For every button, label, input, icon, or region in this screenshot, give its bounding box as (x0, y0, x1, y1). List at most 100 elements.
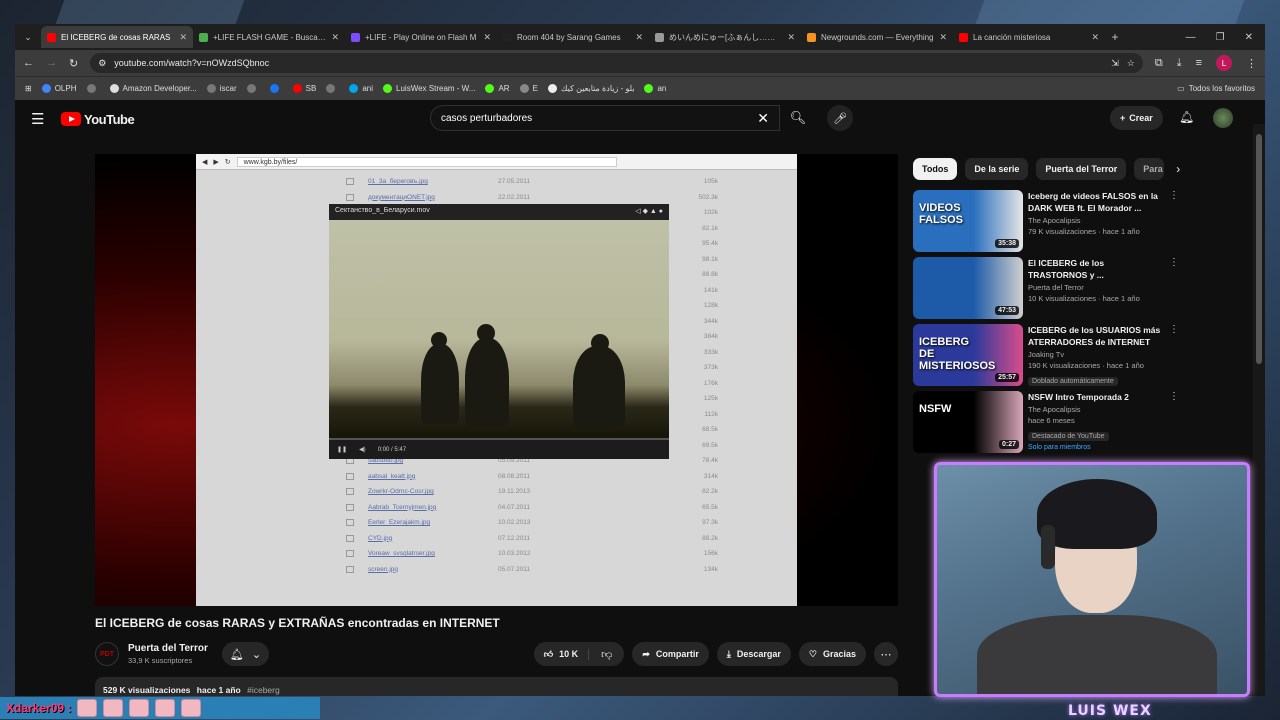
bookmark-item[interactable]: iscar (206, 84, 237, 93)
tab-5[interactable]: Newgrounds.com — Everything ✕ (801, 26, 953, 48)
recommendation-thumbnail[interactable]: ICEBERG DE MISTERIOSOS 25:57 (913, 324, 1023, 386)
chevron-right-icon[interactable]: › (1176, 162, 1180, 176)
tab-search-icon[interactable]: ⌄ (15, 32, 41, 43)
inner-file-row: документациONET.jpg 22.02.2011 502.3k (346, 190, 746, 206)
bookmark-item[interactable]: LuisWex Stream - W... (383, 84, 475, 93)
bookmark-item[interactable]: AR (485, 84, 510, 93)
recommendation-channel[interactable]: The Apocalipsis (1028, 405, 1163, 414)
download-button[interactable]: ⤓ Descargar (716, 642, 791, 666)
notifications-bell-icon[interactable]: 🔔︎ (1179, 110, 1194, 124)
address-bar[interactable]: ⚙ youtube.com/watch?v=nOWzdSQbnoc ⇲ ☆ (90, 53, 1143, 73)
file-icon (346, 503, 354, 511)
recommendation-thumbnail[interactable]: VIDEOS FALSOS 35:38 (913, 190, 1023, 252)
kebab-menu-icon[interactable]: ⋮ (1169, 324, 1179, 386)
chip-2[interactable]: Puerta del Terror (1036, 158, 1127, 180)
clear-search-icon[interactable]: ✕ (757, 110, 769, 127)
reload-icon[interactable]: ↻ (69, 57, 78, 70)
download-icon[interactable]: ⤓ (1177, 57, 1182, 70)
site-info-icon[interactable]: ⚙ (98, 58, 106, 69)
close-window-icon[interactable]: ✕ (1245, 32, 1253, 43)
maximize-icon[interactable]: ❐ (1216, 32, 1225, 43)
subscription-bell-button[interactable]: 🔔︎ ⌄ (221, 642, 270, 666)
bookmark-item[interactable]: OLPH (41, 84, 77, 93)
chip-3[interactable]: Para (1134, 158, 1165, 180)
bookmark-item[interactable] (86, 84, 100, 93)
dislike-button[interactable]: 👎︎ (589, 648, 624, 661)
close-tab-icon[interactable]: ✕ (179, 32, 187, 43)
forward-icon[interactable]: → (46, 57, 57, 69)
recommendation-title[interactable]: El ICEBERG de los TRASTORNOS y ... (1028, 257, 1163, 281)
recommendation-channel[interactable]: Puerta del Terror (1028, 283, 1163, 292)
recommendation-item[interactable]: NSFW 0:27 NSFW Intro Temporada 2 The Apocal… (913, 391, 1253, 453)
channel-avatar[interactable]: PDT (95, 642, 119, 666)
recommendation-item[interactable]: VIDEOS FALSOS 35:38 Iceberg de videos FALS… (913, 190, 1253, 252)
bookmark-item[interactable] (269, 84, 283, 93)
recommendation-title[interactable]: NSFW Intro Temporada 2 (1028, 391, 1163, 403)
bookmark-item[interactable] (326, 84, 339, 93)
tab-0[interactable]: El ICEBERG de cosas RARAS ✕ (41, 26, 193, 48)
description-box[interactable]: 529 K visualizaciones hace 1 año #iceber… (95, 677, 898, 696)
kebab-menu-icon[interactable]: ⋮ (1169, 391, 1179, 453)
tab-4[interactable]: めいんめにゅー[ふぁんし…あいぐ ✕ (649, 26, 801, 48)
file-icon (346, 178, 354, 186)
close-tab-icon[interactable]: ✕ (939, 32, 947, 43)
apps-grid-icon[interactable]: ⊞ (25, 84, 32, 93)
recommendation-thumbnail[interactable]: 47:53 (913, 257, 1023, 319)
thanks-button[interactable]: ♡ Gracias (798, 642, 866, 666)
close-tab-icon[interactable]: ✕ (331, 32, 339, 43)
minimize-icon[interactable]: — (1186, 32, 1196, 43)
close-tab-icon[interactable]: ✕ (787, 32, 795, 43)
search-button[interactable]: 🔍︎ (781, 105, 815, 131)
share-button[interactable]: ➦ Compartir (632, 642, 709, 666)
new-tab-button[interactable]: + (1105, 30, 1125, 44)
bookmark-item[interactable]: Amazon Developer... (109, 84, 197, 93)
scrollbar-thumb[interactable] (1256, 134, 1262, 364)
extensions-icon[interactable]: ⧉ (1155, 57, 1163, 70)
recommendation-item[interactable]: 47:53 El ICEBERG de los TRASTORNOS y ... P… (913, 257, 1253, 319)
kebab-menu-icon[interactable]: ⋮ (1169, 190, 1179, 252)
tab-1[interactable]: +LIFE FLASH GAME - Buscar co ✕ (193, 26, 345, 48)
bookmark-item[interactable]: بلو - زيادة متابعين كيك (547, 84, 634, 93)
bookmark-item[interactable]: SB (292, 84, 316, 93)
file-name: 01_3a_береговъ.jpg (368, 178, 428, 186)
install-app-icon[interactable]: ⇲ (1111, 58, 1119, 69)
back-icon[interactable]: ← (23, 57, 34, 69)
recommendation-thumbnail[interactable]: NSFW 0:27 (913, 391, 1023, 453)
bookmark-item[interactable]: an (644, 84, 666, 93)
account-avatar[interactable] (1213, 108, 1233, 128)
browser-menu-icon[interactable]: ⋮ (1246, 57, 1257, 70)
video-player[interactable]: ◀ ▶ ↻ www.kgb.by/files/ 01_3a_береговъ.j… (95, 154, 898, 606)
chip-0[interactable]: Todos (913, 158, 958, 180)
channel-name[interactable]: Puerta del Terror (128, 643, 208, 654)
tab-3[interactable]: Room 404 by Sarang Games ✕ (497, 26, 649, 48)
close-tab-icon[interactable]: ✕ (1091, 32, 1099, 43)
recommendation-channel[interactable]: The Apocalipsis (1028, 216, 1163, 225)
bookmark-item[interactable]: E (519, 84, 538, 93)
more-actions-button[interactable]: ⋯ (874, 642, 898, 666)
recommendation-title[interactable]: Iceberg de videos FALSOS en la DARK WEB … (1028, 190, 1163, 214)
page-scrollbar[interactable] (1253, 124, 1265, 696)
chip-1[interactable]: De la serie (965, 158, 1029, 180)
like-button[interactable]: 👍︎ 10 K (534, 648, 590, 660)
profile-avatar[interactable]: L (1216, 55, 1232, 71)
search-input[interactable]: casos perturbadores ✕ (430, 105, 780, 131)
tab-6[interactable]: La canción misteriosa ✕ (953, 26, 1105, 48)
close-tab-icon[interactable]: ✕ (635, 32, 643, 43)
recommendation-title[interactable]: ICEBERG de los USUARIOS más ATERRADORES … (1028, 324, 1163, 348)
youtube-logo[interactable]: YouTube (61, 112, 135, 127)
reading-list-icon[interactable]: ≡ (1196, 57, 1202, 69)
all-bookmarks-label: Todos los favoritos (1188, 84, 1255, 93)
bookmark-item[interactable] (246, 84, 260, 93)
kebab-menu-icon[interactable]: ⋮ (1169, 257, 1179, 319)
create-button[interactable]: + Crear (1110, 106, 1163, 130)
bookmark-item[interactable]: ani (349, 84, 373, 93)
recommendation-item[interactable]: ICEBERG DE MISTERIOSOS 25:57 ICEBERG de lo… (913, 324, 1253, 386)
menu-icon[interactable]: ☰ (31, 110, 61, 128)
bookmark-star-icon[interactable]: ☆ (1127, 58, 1135, 69)
hashtag-link[interactable]: #iceberg (247, 685, 280, 695)
tab-2[interactable]: +LIFE - Play Online on Flash M ✕ (345, 26, 497, 48)
close-tab-icon[interactable]: ✕ (483, 32, 491, 43)
recommendation-channel[interactable]: Joaking Tv (1028, 350, 1163, 359)
voice-search-button[interactable]: 🎤︎ (827, 105, 853, 131)
all-bookmarks-folder[interactable]: ▭ Todos los favoritos (1177, 84, 1255, 93)
